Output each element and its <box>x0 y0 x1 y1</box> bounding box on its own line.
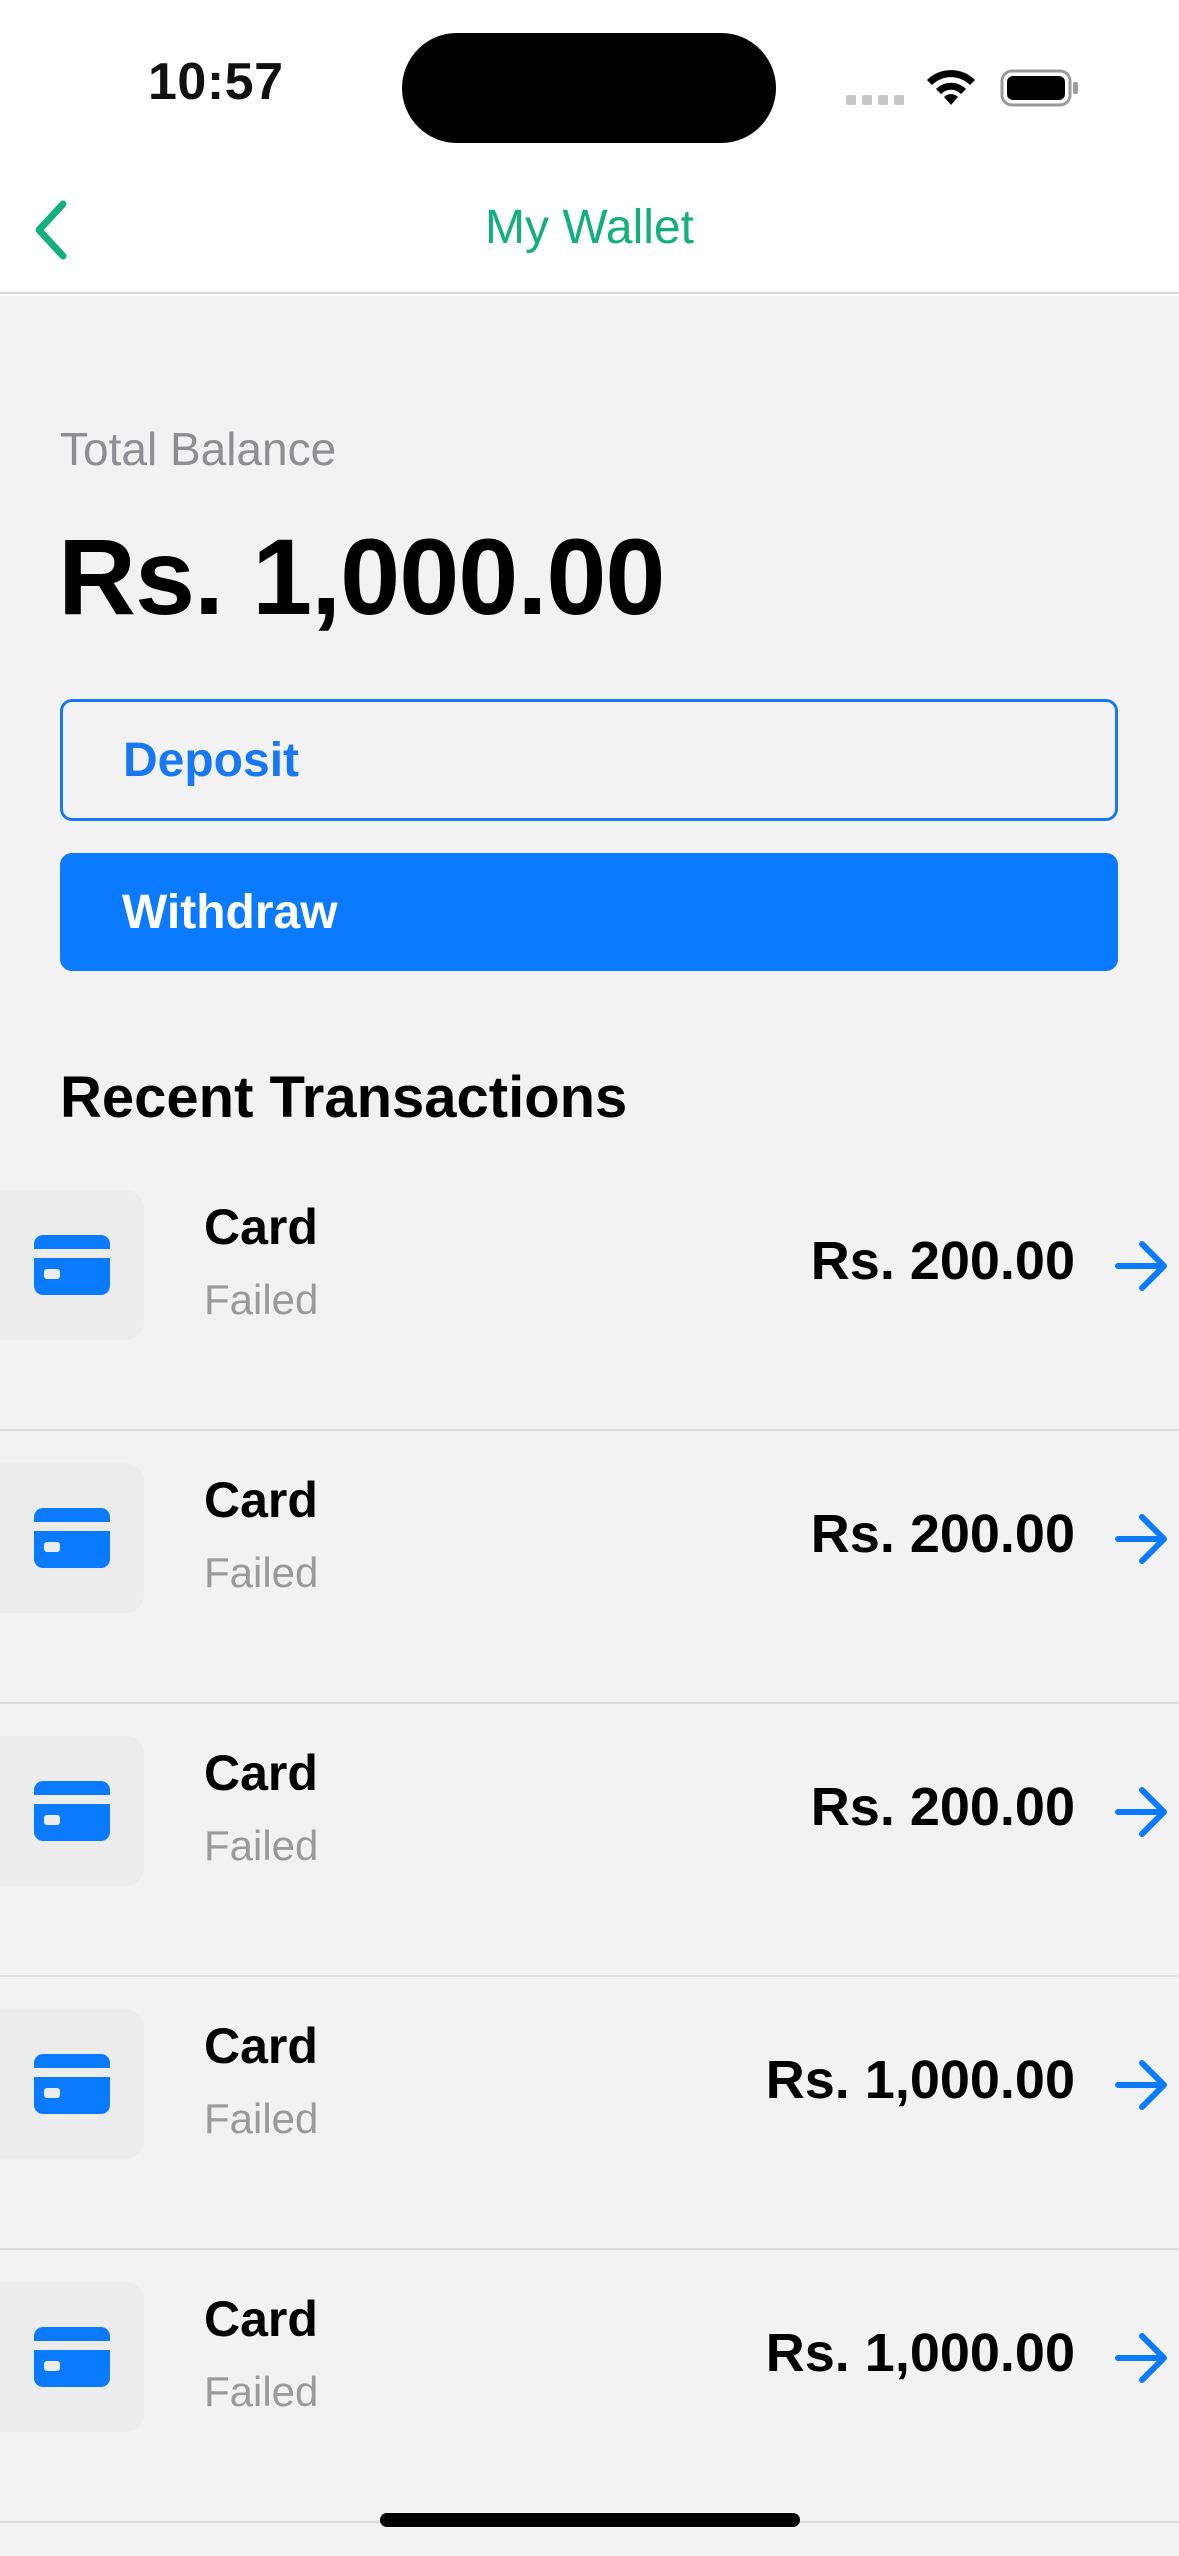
transaction-row[interactable]: Card Failed Rs. 1,000.00 <box>0 2250 1179 2523</box>
status-bar: 10:57 <box>0 0 1179 170</box>
transaction-title: Card <box>204 2291 318 2347</box>
arrow-right-icon[interactable] <box>1114 1784 1170 1840</box>
transaction-icon-container <box>0 1190 144 1340</box>
transaction-icon-container <box>0 2009 144 2159</box>
recent-transactions-title: Recent Transactions <box>60 1065 628 1130</box>
transaction-row[interactable]: Card Failed Rs. 200.00 <box>0 1158 1179 1431</box>
dynamic-island <box>402 33 776 143</box>
transaction-amount: Rs. 1,000.00 <box>765 2323 1075 2383</box>
credit-card-icon <box>34 1781 110 1841</box>
transaction-icon-container <box>0 1463 144 1613</box>
total-balance-amount: Rs. 1,000.00 <box>58 516 665 637</box>
credit-card-icon <box>34 2327 110 2387</box>
transaction-row[interactable]: Card Failed Rs. 1,000.00 <box>0 1977 1179 2250</box>
arrow-right-icon[interactable] <box>1114 1238 1170 1294</box>
withdraw-button-label: Withdraw <box>122 885 338 939</box>
home-indicator <box>380 2513 800 2527</box>
transaction-amount: Rs. 200.00 <box>810 1231 1075 1291</box>
total-balance-label: Total Balance <box>60 423 337 475</box>
credit-card-icon <box>34 1235 110 1295</box>
transaction-amount: Rs. 200.00 <box>810 1777 1075 1837</box>
transaction-icon-container <box>0 1736 144 1886</box>
transaction-status: Failed <box>204 1822 319 1869</box>
transaction-title: Card <box>204 1472 318 1528</box>
page-title: My Wallet <box>485 201 694 254</box>
transaction-amount: Rs. 200.00 <box>810 1504 1075 1564</box>
arrow-right-icon[interactable] <box>1114 1511 1170 1567</box>
credit-card-icon <box>34 1508 110 1568</box>
transaction-status: Failed <box>204 1549 319 1596</box>
transaction-status: Failed <box>204 1276 319 1323</box>
withdraw-button[interactable]: Withdraw <box>60 853 1118 971</box>
deposit-button[interactable]: Deposit <box>60 699 1118 821</box>
transaction-status: Failed <box>204 2368 319 2415</box>
status-time: 10:57 <box>148 53 284 111</box>
transaction-row[interactable]: Card Failed Rs. 200.00 <box>0 1704 1179 1977</box>
arrow-right-icon[interactable] <box>1114 2330 1170 2386</box>
battery-icon <box>1000 69 1078 107</box>
arrow-right-icon[interactable] <box>1114 2057 1170 2113</box>
transaction-row[interactable]: Card Failed Rs. 200.00 <box>0 1431 1179 1704</box>
transaction-amount: Rs. 1,000.00 <box>765 2050 1075 2110</box>
navigation-bar: My Wallet <box>0 170 1179 294</box>
wallet-content: Total Balance Rs. 1,000.00 Deposit Withd… <box>0 296 1179 2556</box>
deposit-button-label: Deposit <box>123 733 300 787</box>
transaction-title: Card <box>204 2018 318 2074</box>
transaction-status: Failed <box>204 2095 319 2142</box>
cellular-signal-icon <box>846 95 904 105</box>
transaction-title: Card <box>204 1199 318 1255</box>
transaction-title: Card <box>204 1745 318 1801</box>
wifi-icon <box>927 70 975 105</box>
transaction-list: Card Failed Rs. 200.00 Card Failed Rs. 2… <box>0 1158 1179 2523</box>
transaction-icon-container <box>0 2282 144 2432</box>
credit-card-icon <box>34 2054 110 2114</box>
